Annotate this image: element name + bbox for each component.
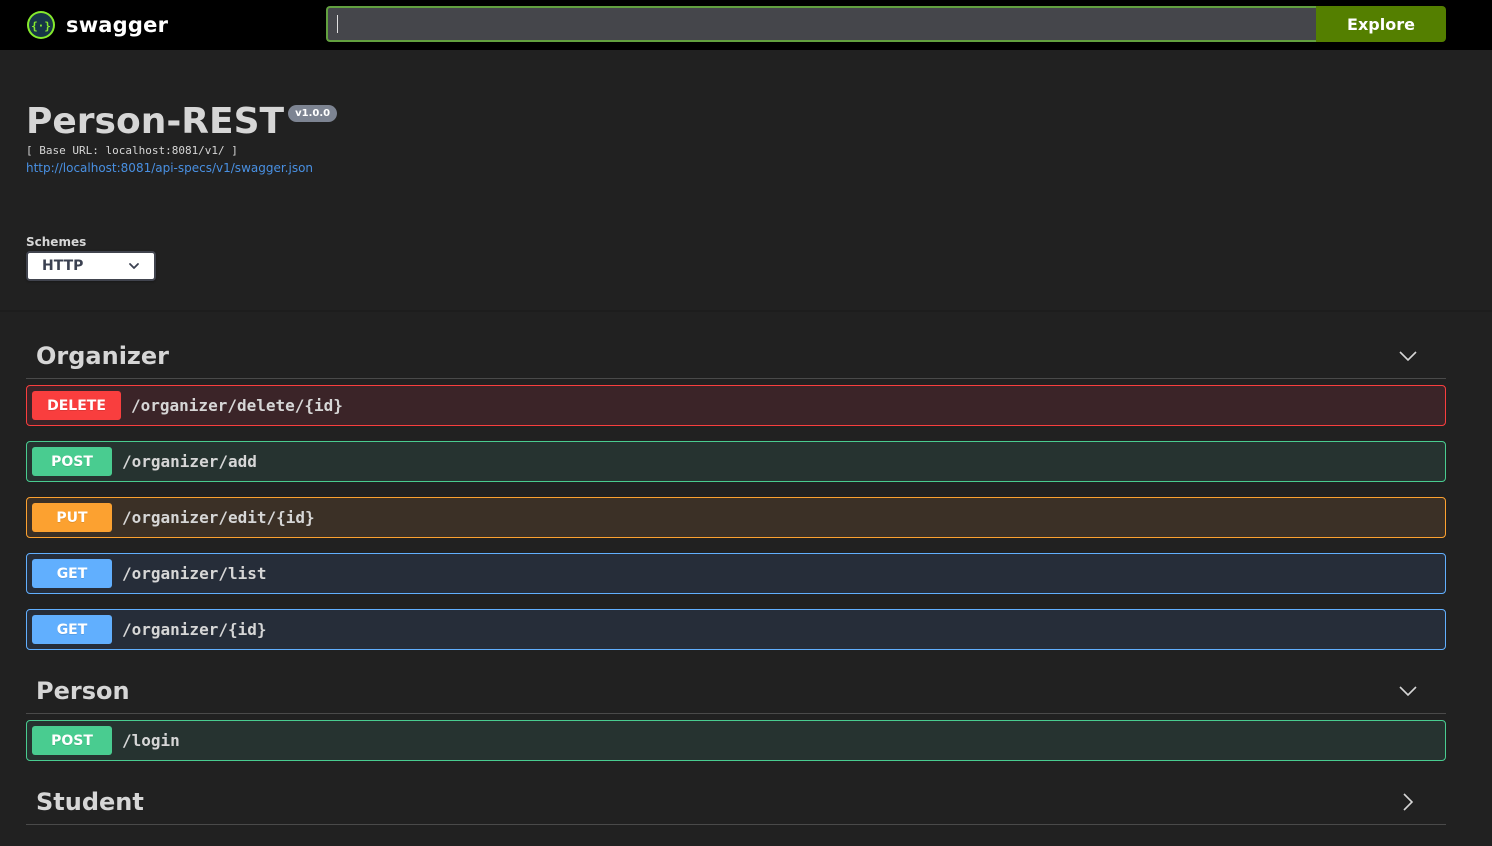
operation-path: /login xyxy=(122,731,180,750)
method-badge: POST xyxy=(32,447,112,476)
tag-person[interactable]: Person xyxy=(26,668,1446,714)
operation-path: /organizer/{id} xyxy=(122,620,267,639)
tag-name: Person xyxy=(36,676,130,705)
topbar: {·} swagger Explore xyxy=(0,0,1492,50)
operation-post-organizer-add[interactable]: POST /organizer/add xyxy=(26,441,1446,482)
spec-url-input[interactable] xyxy=(326,6,1316,42)
tag-name: Organizer xyxy=(36,341,170,370)
operation-get-organizer-id[interactable]: GET /organizer/{id} xyxy=(26,609,1446,650)
schemes-section: Schemes HTTP xyxy=(26,235,156,281)
operation-path: /organizer/edit/{id} xyxy=(122,508,315,527)
spec-url-form: Explore xyxy=(326,6,1446,42)
base-url: [ Base URL: localhost:8081/v1/ ] xyxy=(26,144,238,157)
svg-text:{·}: {·} xyxy=(31,20,51,33)
schemes-select[interactable]: HTTP xyxy=(26,251,156,281)
method-badge: GET xyxy=(32,615,112,644)
operation-post-login[interactable]: POST /login xyxy=(26,720,1446,761)
operation-path: /organizer/list xyxy=(122,564,267,583)
tag-name: Student xyxy=(36,787,144,816)
method-badge: GET xyxy=(32,559,112,588)
chevron-right-icon[interactable] xyxy=(1398,792,1418,812)
text-caret xyxy=(337,15,338,33)
title-row: Person-REST v1.0.0 xyxy=(26,100,338,144)
operation-put-organizer-edit[interactable]: PUT /organizer/edit/{id} xyxy=(26,497,1446,538)
search-input-wrap xyxy=(326,6,1316,42)
tag-student[interactable]: Student xyxy=(26,779,1446,825)
method-badge: PUT xyxy=(32,503,112,532)
operation-path: /organizer/delete/{id} xyxy=(131,396,343,415)
explore-button[interactable]: Explore xyxy=(1316,6,1446,42)
operation-path: /organizer/add xyxy=(122,452,257,471)
operation-get-organizer-list[interactable]: GET /organizer/list xyxy=(26,553,1446,594)
schemes-selected-value: HTTP xyxy=(42,258,84,274)
spec-link[interactable]: http://localhost:8081/api-specs/v1/swagg… xyxy=(26,160,337,176)
section-divider xyxy=(0,310,1492,312)
version-badge: v1.0.0 xyxy=(288,105,338,122)
swagger-logo[interactable]: {·} swagger xyxy=(26,10,168,40)
api-title: Person-REST xyxy=(26,101,285,142)
operation-delete-organizer[interactable]: DELETE /organizer/delete/{id} xyxy=(26,385,1446,426)
method-badge: POST xyxy=(32,726,112,755)
tag-organizer[interactable]: Organizer xyxy=(26,333,1446,379)
schemes-label: Schemes xyxy=(26,235,87,249)
method-badge: DELETE xyxy=(32,391,121,420)
chevron-down-icon[interactable] xyxy=(1398,346,1418,366)
brand-name: swagger xyxy=(66,13,169,37)
chevron-down-icon[interactable] xyxy=(1398,681,1418,701)
chevron-down-icon xyxy=(129,263,139,269)
swagger-logo-icon: {·} xyxy=(27,11,55,39)
api-info: Person-REST v1.0.0 [ Base URL: localhost… xyxy=(26,100,338,176)
